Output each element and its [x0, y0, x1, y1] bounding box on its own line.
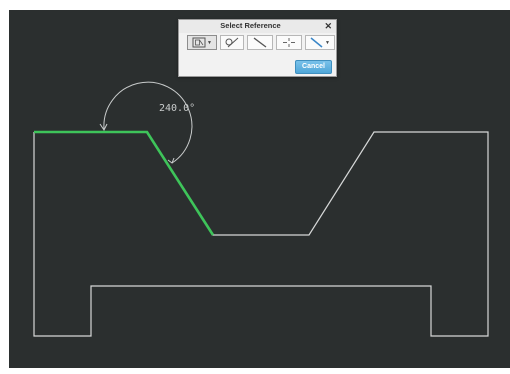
select-edge-tool[interactable]: [247, 35, 273, 50]
select-curve-tool[interactable]: [220, 35, 244, 50]
reference-toolbar: ▼ ▼: [187, 35, 335, 50]
angle-dimension-value[interactable]: 240.0°: [159, 103, 195, 114]
angle-dimension-arc[interactable]: [103, 81, 193, 164]
curve-icon: [225, 37, 239, 48]
select-reference-dialog: Select Reference ✕ ▼ ▼ Cancel: [178, 19, 337, 77]
select-point-tool[interactable]: [276, 35, 302, 50]
cancel-button[interactable]: Cancel: [295, 60, 332, 74]
chevron-down-icon[interactable]: ▼: [325, 40, 330, 46]
dialog-title: Select Reference: [220, 21, 281, 30]
line-icon: [253, 37, 267, 48]
select-entity-tool[interactable]: ▼: [187, 35, 217, 50]
application-screen: 240.0° Select Reference ✕ ▼ ▼ Cancel: [0, 0, 510, 374]
dialog-titlebar[interactable]: Select Reference ✕: [179, 20, 336, 33]
select-axis-tool[interactable]: ▼: [305, 35, 335, 50]
chevron-down-icon[interactable]: ▼: [207, 40, 212, 46]
point-icon: [283, 38, 295, 47]
sketch-profile-outline[interactable]: [33, 131, 489, 337]
axis-line-icon: [310, 37, 323, 48]
close-icon[interactable]: ✕: [324, 20, 332, 32]
select-box-icon: [192, 37, 206, 48]
